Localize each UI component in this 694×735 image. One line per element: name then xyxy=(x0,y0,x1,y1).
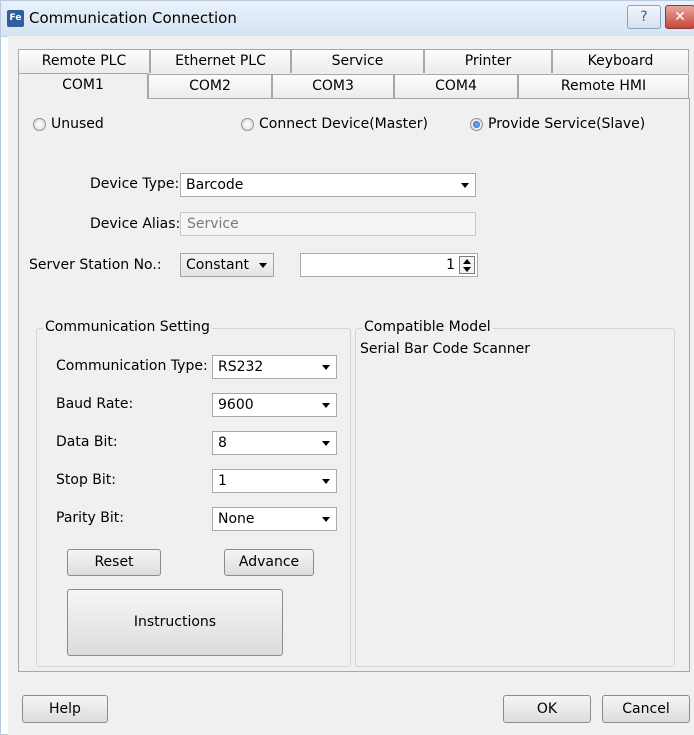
close-icon[interactable]: ✕ xyxy=(665,5,694,29)
radio-provide-service-slave[interactable]: Provide Service(Slave) xyxy=(470,115,645,133)
parity-bit-value: None xyxy=(218,511,255,527)
radio-master-indicator xyxy=(241,117,254,131)
chevron-down-icon xyxy=(461,183,469,188)
arrow-up-icon xyxy=(463,259,471,264)
advance-button[interactable]: Advance xyxy=(224,549,314,576)
chevron-down-icon xyxy=(322,517,330,522)
station-mode-select[interactable]: Constant xyxy=(180,253,274,277)
station-number-value: 1 xyxy=(446,257,455,273)
device-type-select[interactable]: Barcode xyxy=(180,173,476,197)
radio-unused[interactable]: Unused xyxy=(33,115,104,133)
parity-bit-select[interactable]: None xyxy=(212,507,337,531)
help-button[interactable]: Help xyxy=(22,695,108,723)
instructions-button[interactable]: Instructions xyxy=(67,589,283,656)
parity-bit-label: Parity Bit: xyxy=(56,510,124,526)
chevron-down-icon xyxy=(322,441,330,446)
chevron-down-icon xyxy=(322,403,330,408)
device-alias-field[interactable]: Service xyxy=(180,212,476,236)
tab-remote-hmi[interactable]: Remote HMI xyxy=(518,74,689,98)
baud-rate-select[interactable]: 9600 xyxy=(212,393,337,417)
compatible-model-name: Serial Bar Code Scanner xyxy=(360,341,531,357)
radio-master-label: Connect Device(Master) xyxy=(259,116,428,132)
communication-type-label: Communication Type: xyxy=(56,358,208,374)
baud-rate-label: Baud Rate: xyxy=(56,396,134,412)
data-bit-label: Data Bit: xyxy=(56,434,118,450)
communication-setting-title: Communication Setting xyxy=(43,319,212,335)
tab-remote-plc[interactable]: Remote PLC xyxy=(18,49,150,73)
chevron-down-icon xyxy=(259,263,267,268)
window-title: Communication Connection xyxy=(29,9,237,27)
data-bit-select[interactable]: 8 xyxy=(212,431,337,455)
server-station-label: Server Station No.: xyxy=(29,257,162,273)
compatible-model-group: Compatible Model xyxy=(355,319,675,667)
reset-button[interactable]: Reset xyxy=(67,549,161,576)
device-type-label: Device Type: xyxy=(90,176,180,192)
app-logo-icon: Fe xyxy=(7,10,24,27)
spin-buttons[interactable] xyxy=(459,256,475,274)
help-icon[interactable]: ? xyxy=(627,5,661,29)
chevron-down-icon xyxy=(322,479,330,484)
radio-connect-device-master[interactable]: Connect Device(Master) xyxy=(241,115,428,133)
tab-service[interactable]: Service xyxy=(291,49,424,73)
radio-slave-indicator xyxy=(470,117,483,131)
tab-com3[interactable]: COM3 xyxy=(272,74,394,98)
stop-bit-select[interactable]: 1 xyxy=(212,469,337,493)
stop-bit-value: 1 xyxy=(218,473,227,489)
stop-bit-label: Stop Bit: xyxy=(56,472,116,488)
tab-keyboard[interactable]: Keyboard xyxy=(552,49,689,73)
device-alias-label: Device Alias: xyxy=(90,216,181,232)
radio-unused-label: Unused xyxy=(51,116,104,132)
station-mode-value: Constant xyxy=(186,257,249,273)
baud-rate-value: 9600 xyxy=(218,397,254,413)
station-number-stepper[interactable]: 1 xyxy=(300,253,478,277)
chevron-down-icon xyxy=(322,365,330,370)
communication-type-select[interactable]: RS232 xyxy=(212,355,337,379)
radio-slave-label: Provide Service(Slave) xyxy=(488,116,646,132)
arrow-down-icon xyxy=(463,267,471,272)
tab-ethernet-plc[interactable]: Ethernet PLC xyxy=(150,49,291,73)
compatible-model-title: Compatible Model xyxy=(362,319,493,335)
cancel-button[interactable]: Cancel xyxy=(602,695,690,723)
ok-button[interactable]: OK xyxy=(503,695,591,723)
tab-com1[interactable]: COM1 xyxy=(18,73,148,99)
device-type-value: Barcode xyxy=(186,177,244,193)
tab-printer[interactable]: Printer xyxy=(424,49,552,73)
tab-com2[interactable]: COM2 xyxy=(148,74,272,98)
data-bit-value: 8 xyxy=(218,435,227,451)
radio-unused-indicator xyxy=(33,117,46,131)
communication-type-value: RS232 xyxy=(218,359,264,375)
tab-com4[interactable]: COM4 xyxy=(394,74,518,98)
title-bar: Fe Communication Connection ? ✕ xyxy=(1,1,694,37)
